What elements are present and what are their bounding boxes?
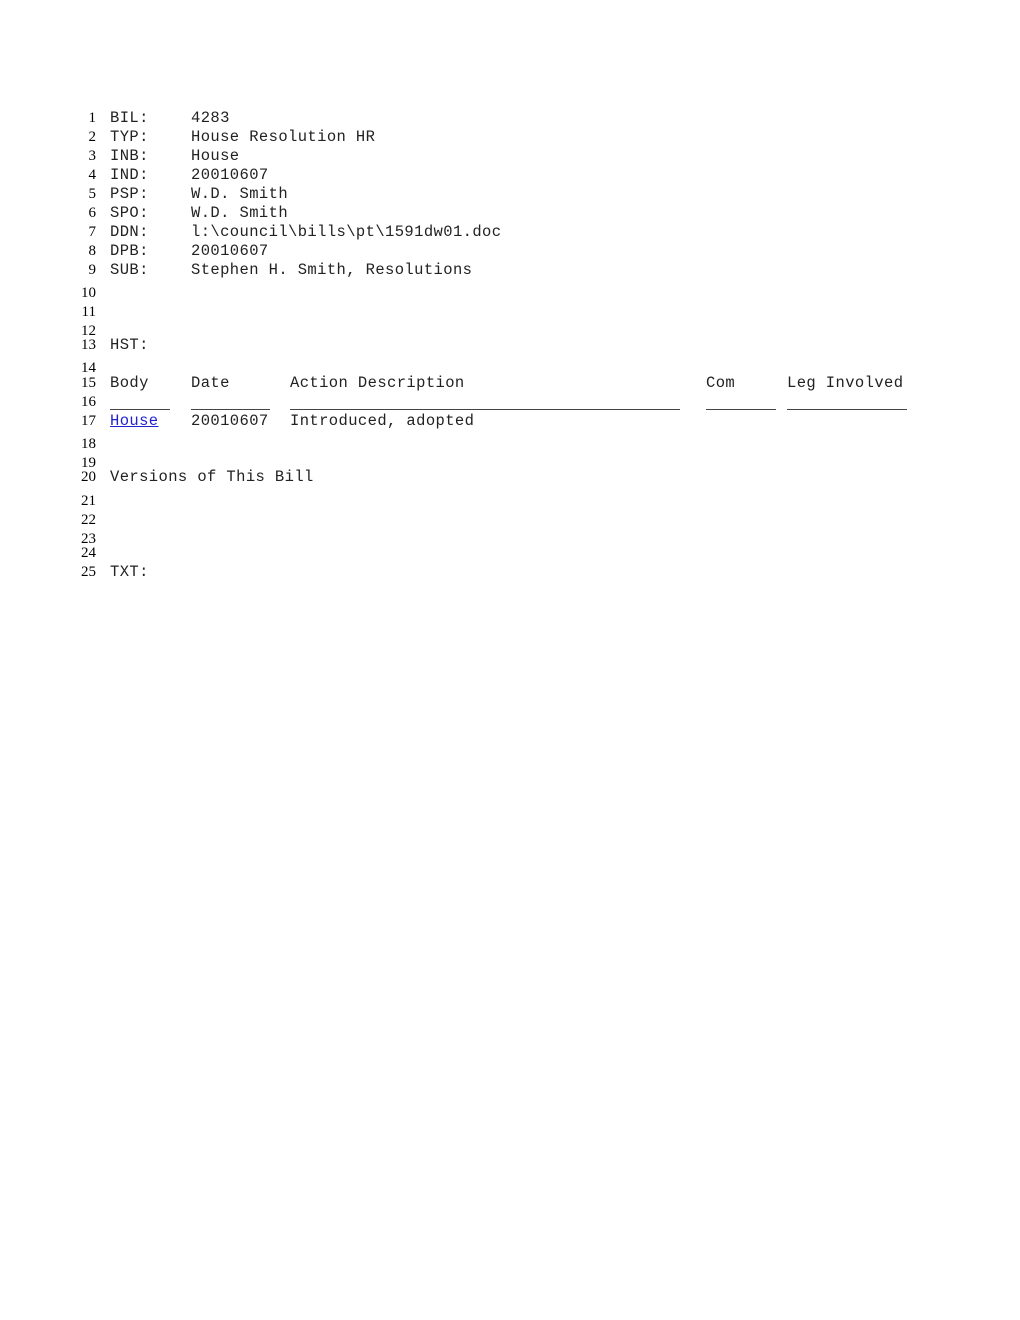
history-header-action: Action Description [290,374,465,392]
history-header-leg: Leg Involved [787,374,904,392]
line-number: 6 [88,205,97,221]
field-label-ddn: DDN: [110,223,149,241]
field-value-spo: W.D. Smith [191,204,289,222]
field-label-spo: SPO: [110,204,149,222]
field-label-ind: IND: [110,166,149,184]
field-label-typ: TYP: [110,128,149,146]
field-value-ind: 20010607 [191,166,269,184]
history-label: HST: [110,336,149,354]
line-number: 10 [81,285,96,301]
history-header-date: Date [191,374,230,392]
line-number: 3 [88,148,97,164]
history-header-com: Com [706,374,736,392]
history-row-body-link[interactable]: House [110,413,159,429]
line-number: 14 [81,360,96,376]
line-number: 2 [88,129,97,145]
line-number: 9 [88,262,97,278]
line-number: 11 [81,304,96,320]
line-number: 20 [81,469,96,485]
line-number: 17 [81,413,96,429]
line-number: 21 [81,493,96,509]
line-number: 5 [88,186,97,202]
line-number: 15 [81,375,96,391]
header-rule-date [191,409,270,410]
field-value-dpb: 20010607 [191,242,269,260]
header-rule-leg [787,409,907,410]
line-number: 25 [81,564,96,580]
line-number: 13 [81,337,96,353]
line-number: 8 [88,243,97,259]
field-value-ddn: l:\council\bills\pt\1591dw01.doc [191,223,502,241]
line-number: 7 [88,224,97,240]
line-number: 1 [88,110,97,126]
text-label: TXT: [110,563,149,581]
versions-heading: Versions of This Bill [110,468,314,486]
header-rule-action [290,409,680,410]
header-rule-com [706,409,776,410]
line-number: 24 [81,545,96,561]
field-value-sub: Stephen H. Smith, Resolutions [191,261,473,279]
history-header-body: Body [110,374,149,392]
field-value-inb: House [191,147,240,165]
header-rule-body [110,409,170,410]
line-number: 22 [81,512,96,528]
field-label-psp: PSP: [110,185,149,203]
line-number: 16 [81,394,96,410]
history-row-action: Introduced, adopted [290,412,475,430]
field-label-sub: SUB: [110,261,149,279]
line-number: 4 [88,167,97,183]
line-number: 18 [81,436,96,452]
field-value-psp: W.D. Smith [191,185,289,203]
field-label-dpb: DPB: [110,242,149,260]
history-row-date: 20010607 [191,412,269,430]
field-value-bil: 4283 [191,109,230,127]
field-label-bil: BIL: [110,109,149,127]
field-label-inb: INB: [110,147,149,165]
field-value-typ: House Resolution HR [191,128,376,146]
